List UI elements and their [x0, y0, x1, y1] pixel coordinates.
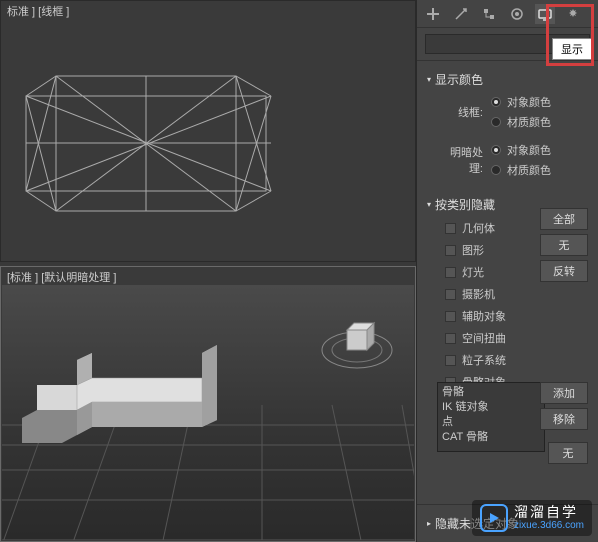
collapse-icon: ▾: [427, 75, 431, 84]
collapse-icon: ▾: [427, 200, 431, 209]
helpers-checkbox[interactable]: 辅助对象: [427, 305, 588, 327]
create-icon[interactable]: [423, 4, 443, 24]
viewport-bottom-label[interactable]: [标准 ] [默认明暗处理 ]: [7, 269, 116, 285]
remove-button[interactable]: 移除: [540, 408, 588, 430]
wireframe-label: 线框:: [437, 104, 491, 120]
list-item[interactable]: CAT 骨骼: [442, 430, 540, 445]
section-title: 显示颜色: [435, 71, 483, 88]
display-color-section: ▾ 显示颜色 线框: 对象颜色 材质颜色 明暗处理: 对象颜色 材质颜色: [417, 61, 598, 186]
particles-checkbox[interactable]: 粒子系统: [427, 349, 588, 371]
none2-button[interactable]: 无: [548, 442, 588, 464]
modify-icon[interactable]: [451, 4, 471, 24]
main-viewport-area: 标准 ] [线框 ]: [0, 0, 416, 542]
gizmo-icon: [312, 315, 402, 375]
list-item[interactable]: IK 链对象: [442, 400, 540, 415]
viewport-top-label[interactable]: 标准 ] [线框 ]: [7, 3, 69, 19]
viewport-bottom-shaded[interactable]: [标准 ] [默认明暗处理 ]: [0, 266, 416, 542]
list-item[interactable]: 骨骼: [442, 385, 540, 400]
shaded-model: [22, 345, 222, 475]
wireframe-object-color-radio[interactable]: 对象颜色: [491, 94, 551, 110]
wireframe-drawing: [21, 71, 281, 221]
cameras-checkbox[interactable]: 摄影机: [427, 283, 588, 305]
side-panel: 显示 ▾ 显示颜色 线框: 对象颜色 材质颜色 明暗处理: 对象颜色 材质颜色 …: [416, 0, 598, 542]
none-button[interactable]: 无: [540, 234, 588, 256]
wireframe-material-color-radio[interactable]: 材质颜色: [491, 114, 551, 130]
spacewarps-checkbox[interactable]: 空间扭曲: [427, 327, 588, 349]
shading-material-color-radio[interactable]: 材质颜色: [491, 162, 551, 178]
viewport-shaded-scene: [2, 285, 414, 540]
motion-icon[interactable]: [507, 4, 527, 24]
section-title: 按类别隐藏: [435, 196, 495, 213]
watermark-title: 溜溜自学: [514, 505, 584, 520]
display-tooltip: 显示: [552, 38, 592, 60]
display-icon[interactable]: [535, 4, 555, 24]
utilities-icon[interactable]: [563, 4, 583, 24]
watermark: 溜溜自学 zixue.3d66.com: [472, 500, 592, 536]
add-button[interactable]: 添加: [540, 382, 588, 404]
watermark-logo-icon: [480, 504, 508, 532]
viewport-top-wireframe[interactable]: 标准 ] [线框 ]: [0, 0, 416, 262]
list-item[interactable]: 点: [442, 415, 540, 430]
watermark-url: zixue.3d66.com: [514, 520, 584, 531]
hide-by-category-section: ▾ 按类别隐藏 几何体 图形 灯光 摄影机 辅助对象 空间扭曲 粒子系统 骨骼对…: [417, 186, 598, 493]
collapse-icon: ▸: [427, 519, 431, 528]
hierarchy-icon[interactable]: [479, 4, 499, 24]
shading-label: 明暗处理:: [437, 144, 491, 176]
panel-toolbar: [417, 0, 598, 28]
display-color-header[interactable]: ▾ 显示颜色: [427, 67, 588, 92]
invert-button[interactable]: 反转: [540, 260, 588, 282]
shading-object-color-radio[interactable]: 对象颜色: [491, 142, 551, 158]
all-button[interactable]: 全部: [540, 208, 588, 230]
category-listbox[interactable]: 骨骼 IK 链对象 点 CAT 骨骼: [437, 382, 545, 452]
